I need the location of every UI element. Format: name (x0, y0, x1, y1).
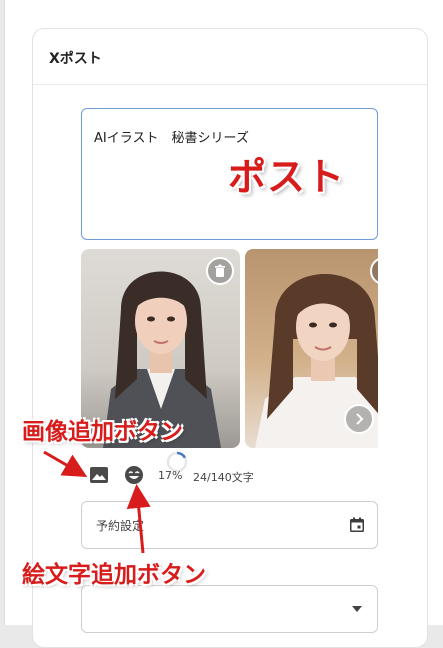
post-annotation: ポスト (228, 155, 346, 199)
image-button-annotation: 画像追加ボタン (22, 419, 183, 445)
trash-icon (215, 264, 225, 277)
calendar-icon[interactable] (349, 517, 365, 533)
post-text: AIイラスト 秘書シリーズ (94, 131, 249, 146)
attached-image (245, 249, 378, 448)
schedule-field[interactable]: 予約設定 (81, 501, 378, 549)
chevron-right-icon (356, 413, 364, 425)
character-percent: 17% (158, 469, 183, 482)
delete-image-button[interactable] (206, 257, 234, 285)
emoji-button-annotation: 絵文字追加ボタン (22, 562, 206, 588)
add-image-button[interactable] (88, 464, 110, 486)
next-image-button[interactable] (344, 404, 374, 434)
add-emoji-button[interactable] (123, 464, 145, 486)
character-count: 24/140文字 (193, 471, 254, 484)
card-header: Xポスト (33, 29, 427, 85)
caret-down-icon (352, 606, 362, 612)
image-icon (90, 467, 108, 483)
emoji-icon (125, 466, 143, 484)
select-field[interactable] (81, 585, 378, 633)
trash-icon (377, 264, 378, 278)
card-title: Xポスト (49, 51, 102, 67)
schedule-label: 予約設定 (96, 519, 145, 533)
